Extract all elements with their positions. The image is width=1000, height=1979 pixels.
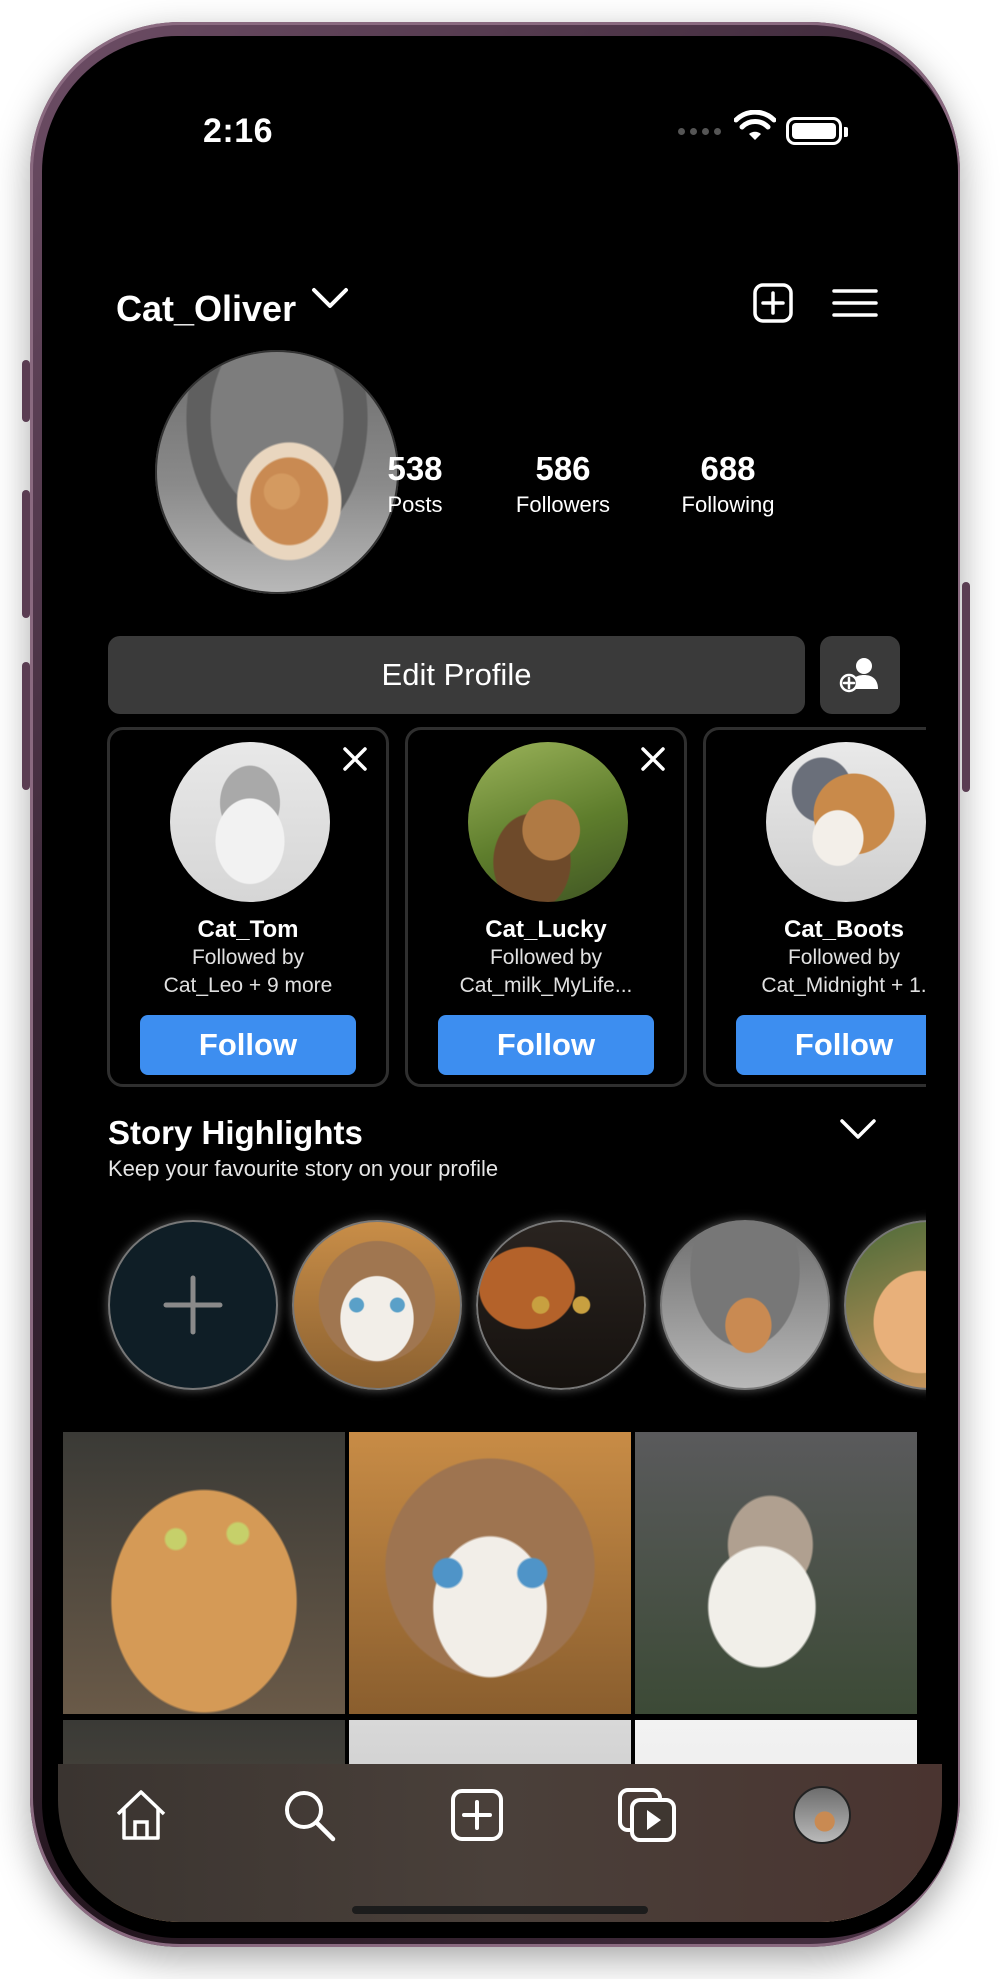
- tab-bar: [58, 1764, 942, 1922]
- discover-people-button[interactable]: [820, 636, 900, 714]
- highlights-clip: [926, 1202, 942, 1412]
- search-icon[interactable]: [280, 1786, 338, 1844]
- follow-button[interactable]: Follow: [140, 1015, 356, 1075]
- stat-value: 538: [387, 450, 443, 487]
- stat-followers[interactable]: 586 Followers: [483, 450, 643, 518]
- stat-label: Followers: [515, 492, 611, 517]
- suggestion-name[interactable]: Cat_Boots: [706, 916, 942, 944]
- stat-label: Posts: [387, 492, 443, 517]
- edit-profile-button[interactable]: Edit Profile: [108, 636, 805, 714]
- suggestion-followed-by: Followed by: [787, 946, 901, 969]
- profile-tab-avatar[interactable]: [793, 1786, 851, 1844]
- suggestion-mutuals: Cat_milk_MyLife...: [459, 974, 633, 997]
- close-icon[interactable]: [640, 746, 666, 772]
- stat-value: 586: [535, 450, 591, 487]
- home-indicator: [352, 1906, 648, 1914]
- battery-icon: [786, 117, 842, 145]
- chevron-down-icon[interactable]: [838, 1116, 878, 1142]
- suggestion-followed-by: Followed by: [489, 946, 603, 969]
- app-screen: 2:16 Cat_Oliver 538 Posts 586 Followers …: [58, 52, 942, 1922]
- highlight-item[interactable]: [292, 1220, 462, 1390]
- stat-posts[interactable]: 538 Posts: [355, 450, 475, 518]
- suggestion-mutuals: Cat_Midnight + 1.: [761, 974, 927, 997]
- stat-label: Following: [681, 492, 775, 517]
- suggestion-card[interactable]: Cat_Tom Followed by Cat_Leo + 9 more Fol…: [107, 727, 389, 1087]
- menu-icon[interactable]: [832, 288, 878, 318]
- suggestion-avatar[interactable]: [468, 742, 628, 902]
- suggestion-name[interactable]: Cat_Lucky: [408, 916, 684, 944]
- grid-photo[interactable]: [349, 1432, 631, 1714]
- volume-up-button: [22, 490, 30, 618]
- new-highlight-button[interactable]: [108, 1220, 278, 1390]
- add-post-icon[interactable]: [448, 1786, 506, 1844]
- add-post-icon[interactable]: [752, 282, 794, 324]
- status-time: 2:16: [203, 112, 274, 150]
- stat-following[interactable]: 688 Following: [648, 450, 808, 518]
- home-icon[interactable]: [112, 1786, 170, 1844]
- cellular-signal-icon: [678, 128, 721, 135]
- reels-icon[interactable]: [616, 1786, 678, 1844]
- suggestion-followed-by: Followed by: [191, 946, 305, 969]
- highlight-item[interactable]: [476, 1220, 646, 1390]
- stat-value: 688: [700, 450, 756, 487]
- suggestion-card[interactable]: Cat_Boots Followed by Cat_Midnight + 1. …: [703, 727, 942, 1087]
- account-username[interactable]: Cat_Oliver: [116, 288, 296, 330]
- close-icon[interactable]: [342, 746, 368, 772]
- volume-down-button: [22, 662, 30, 790]
- suggestion-mutuals: Cat_Leo + 9 more: [163, 974, 333, 997]
- plus-icon: [163, 1275, 223, 1335]
- add-person-icon: [839, 658, 878, 693]
- suggestion-card[interactable]: Cat_Lucky Followed by Cat_milk_MyLife...…: [405, 727, 687, 1087]
- highlights-title: Story Highlights: [108, 1114, 363, 1151]
- battery-tip: [844, 127, 848, 137]
- wifi-icon: [734, 110, 776, 140]
- grid-photo[interactable]: [63, 1432, 345, 1714]
- action-button: [22, 360, 30, 422]
- highlights-subtitle: Keep your favourite story on your profil…: [108, 1156, 499, 1181]
- suggestion-avatar[interactable]: [766, 742, 926, 902]
- grid-photo[interactable]: [635, 1432, 917, 1714]
- suggestions-clip: [926, 712, 942, 1102]
- highlight-item[interactable]: [660, 1220, 830, 1390]
- suggestion-name[interactable]: Cat_Tom: [110, 916, 386, 944]
- power-button: [962, 582, 970, 792]
- chevron-down-icon[interactable]: [310, 284, 350, 312]
- follow-button[interactable]: Follow: [438, 1015, 654, 1075]
- suggestion-avatar[interactable]: [170, 742, 330, 902]
- follow-button[interactable]: Follow: [736, 1015, 942, 1075]
- dynamic-island: [376, 104, 624, 164]
